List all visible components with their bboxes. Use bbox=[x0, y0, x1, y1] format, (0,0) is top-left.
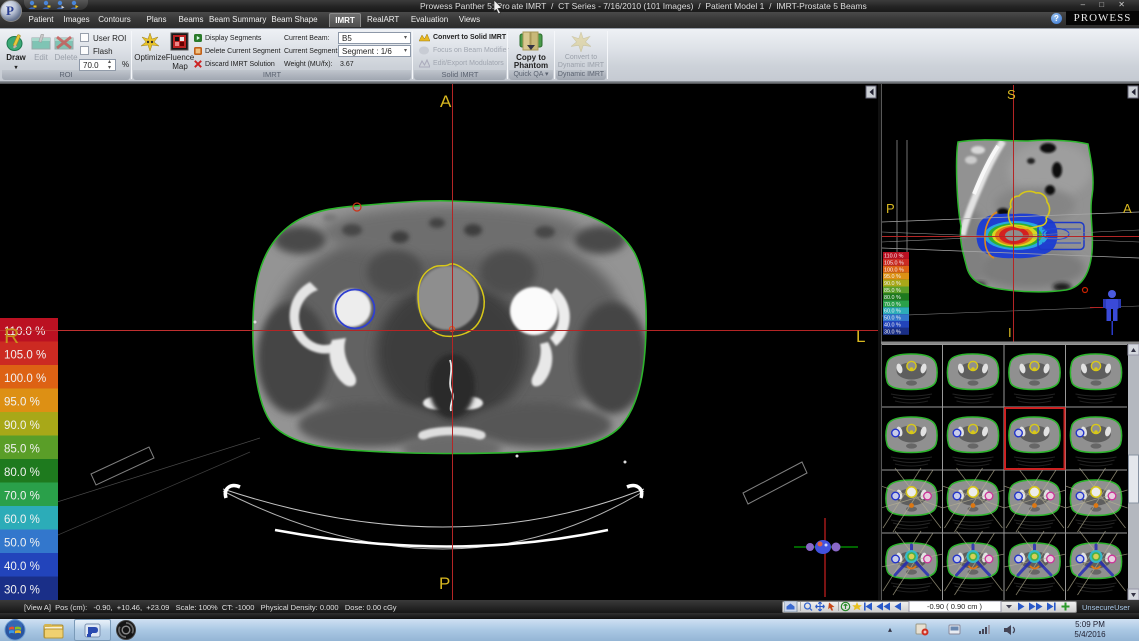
svg-text:30.0 %: 30.0 % bbox=[884, 329, 901, 335]
svg-text:90.0 %: 90.0 % bbox=[4, 420, 40, 432]
svg-text:70.0 %: 70.0 % bbox=[4, 491, 40, 503]
svg-text:100.0 %: 100.0 % bbox=[4, 373, 46, 385]
svg-text:100.0 %: 100.0 % bbox=[884, 267, 904, 273]
svg-text:I: I bbox=[1008, 325, 1012, 340]
svg-text:A: A bbox=[440, 92, 452, 111]
svg-text:105.0 %: 105.0 % bbox=[4, 350, 46, 362]
svg-text:95.0 %: 95.0 % bbox=[4, 397, 40, 409]
svg-text:105.0 %: 105.0 % bbox=[884, 260, 904, 266]
svg-text:-0.90 ( 0.90 cm ): -0.90 ( 0.90 cm ) bbox=[927, 602, 983, 611]
svg-text:40.0 %: 40.0 % bbox=[4, 561, 40, 573]
svg-text:50.0 %: 50.0 % bbox=[4, 538, 40, 550]
svg-text:85.0 %: 85.0 % bbox=[884, 288, 901, 294]
svg-text:80.0 %: 80.0 % bbox=[4, 467, 40, 479]
svg-text:30.0 %: 30.0 % bbox=[4, 585, 40, 597]
svg-text:50.0 %: 50.0 % bbox=[884, 316, 901, 322]
svg-text:R: R bbox=[4, 325, 19, 348]
svg-text:85.0 %: 85.0 % bbox=[4, 444, 40, 456]
svg-text:80.0 %: 80.0 % bbox=[884, 295, 901, 301]
svg-text:110.0 %: 110.0 % bbox=[884, 254, 904, 260]
svg-text:A: A bbox=[1123, 201, 1132, 216]
svg-text:60.0 %: 60.0 % bbox=[884, 309, 901, 315]
svg-text:P: P bbox=[886, 201, 895, 216]
svg-text:L: L bbox=[856, 327, 865, 346]
svg-text:60.0 %: 60.0 % bbox=[4, 514, 40, 526]
svg-text:70.0 %: 70.0 % bbox=[884, 302, 901, 308]
svg-text:P: P bbox=[439, 574, 450, 593]
svg-text:40.0 %: 40.0 % bbox=[884, 323, 901, 329]
svg-text:S: S bbox=[1007, 87, 1016, 102]
svg-text:95.0 %: 95.0 % bbox=[884, 274, 901, 280]
svg-text:90.0 %: 90.0 % bbox=[884, 281, 901, 287]
